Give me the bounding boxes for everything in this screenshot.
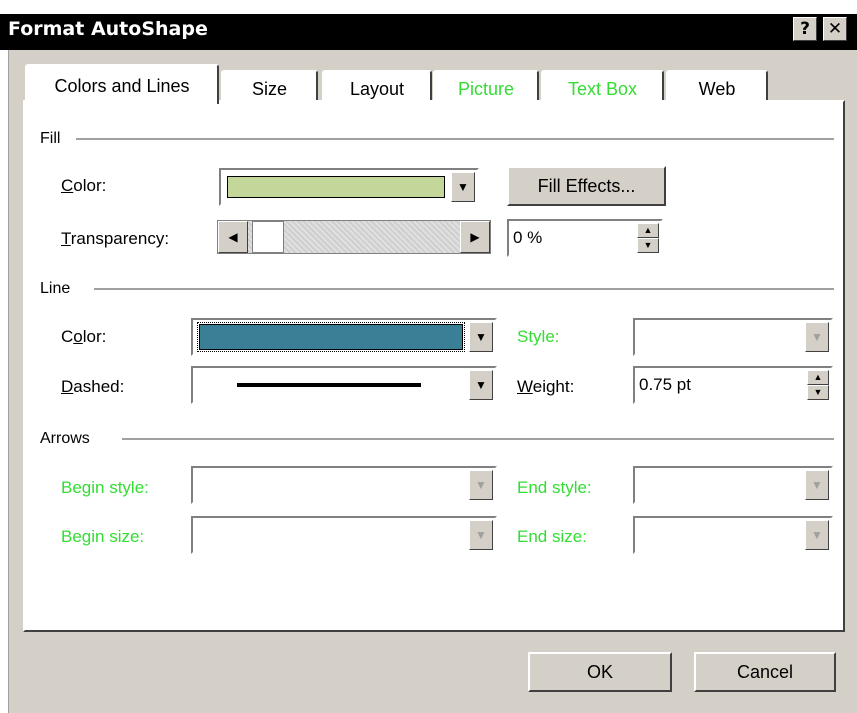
scroll-right-button[interactable]: ▶ xyxy=(460,221,490,253)
line-color-combo[interactable]: ▼ xyxy=(191,318,497,356)
fill-effects-button[interactable]: Fill Effects... xyxy=(507,166,666,206)
help-button[interactable]: ? xyxy=(793,17,817,41)
transparency-spinner[interactable]: 0 % ▲ ▼ xyxy=(507,219,663,257)
spin-up-icon[interactable]: ▲ xyxy=(807,370,829,385)
line-style-dropdown-arrow[interactable]: ▼ xyxy=(805,322,829,352)
transparency-label: Transparency: xyxy=(61,229,170,248)
end-style-label: End style: xyxy=(517,478,592,497)
end-style-dropdown-arrow[interactable]: ▼ xyxy=(805,470,829,500)
slider-thumb[interactable] xyxy=(252,221,284,253)
end-style-combo[interactable]: ▼ xyxy=(633,466,833,504)
begin-size-combo[interactable]: ▼ xyxy=(191,516,497,554)
tab-size[interactable]: Size xyxy=(221,70,318,104)
weight-value[interactable]: 0.75 pt xyxy=(639,375,691,395)
dashed-combo[interactable]: ▼ xyxy=(191,366,497,404)
line-divider xyxy=(94,288,834,291)
line-style-combo[interactable]: ▼ xyxy=(633,318,833,356)
spin-down-icon[interactable]: ▼ xyxy=(637,238,659,253)
fill-color-dropdown-arrow[interactable]: ▼ xyxy=(451,172,475,202)
line-section-heading: Line xyxy=(40,280,71,297)
ok-button[interactable]: OK xyxy=(528,652,672,692)
dialog-left-edge xyxy=(0,50,9,713)
cancel-button[interactable]: Cancel xyxy=(694,652,836,692)
window-title: Format AutoShape xyxy=(8,18,208,40)
line-style-label: Style: xyxy=(517,327,560,346)
weight-spinner[interactable]: 0.75 pt ▲ ▼ xyxy=(633,366,833,404)
weight-label: Weight: xyxy=(517,377,575,396)
fill-color-label: Color: xyxy=(61,176,107,195)
fill-color-combo[interactable]: ▼ xyxy=(219,168,479,206)
fill-divider xyxy=(76,138,834,141)
end-size-dropdown-arrow[interactable]: ▼ xyxy=(805,520,829,550)
transparency-slider[interactable]: ◀ ▶ xyxy=(217,220,491,254)
begin-style-combo[interactable]: ▼ xyxy=(191,466,497,504)
tab-colors-and-lines[interactable]: Colors and Lines xyxy=(25,64,219,104)
begin-size-dropdown-arrow[interactable]: ▼ xyxy=(469,520,493,550)
tab-layout[interactable]: Layout xyxy=(322,70,432,104)
arrows-section-heading: Arrows xyxy=(40,430,90,447)
line-color-swatch xyxy=(197,322,465,352)
begin-style-label: Begin style: xyxy=(61,478,149,497)
spin-down-icon[interactable]: ▼ xyxy=(807,385,829,400)
end-size-label: End size: xyxy=(517,527,587,546)
end-size-combo[interactable]: ▼ xyxy=(633,516,833,554)
begin-size-label: Begin size: xyxy=(61,527,145,546)
dashed-label: Dashed: xyxy=(61,377,125,396)
spin-up-icon[interactable]: ▲ xyxy=(637,223,659,238)
begin-style-dropdown-arrow[interactable]: ▼ xyxy=(469,470,493,500)
transparency-value[interactable]: 0 % xyxy=(513,228,542,248)
fill-color-swatch xyxy=(227,176,445,198)
arrows-divider xyxy=(122,438,834,441)
line-color-label: Color: xyxy=(61,327,107,346)
tab-web[interactable]: Web xyxy=(666,70,768,104)
tab-picture[interactable]: Picture xyxy=(433,70,539,104)
dash-solid-line-preview xyxy=(237,383,421,387)
fill-section-heading: Fill xyxy=(40,130,61,147)
scroll-left-button[interactable]: ◀ xyxy=(218,221,248,253)
close-button[interactable]: ✕ xyxy=(823,17,847,41)
dashed-dropdown-arrow[interactable]: ▼ xyxy=(469,370,493,400)
line-color-dropdown-arrow[interactable]: ▼ xyxy=(469,322,493,352)
tab-text-box[interactable]: Text Box xyxy=(541,70,664,104)
